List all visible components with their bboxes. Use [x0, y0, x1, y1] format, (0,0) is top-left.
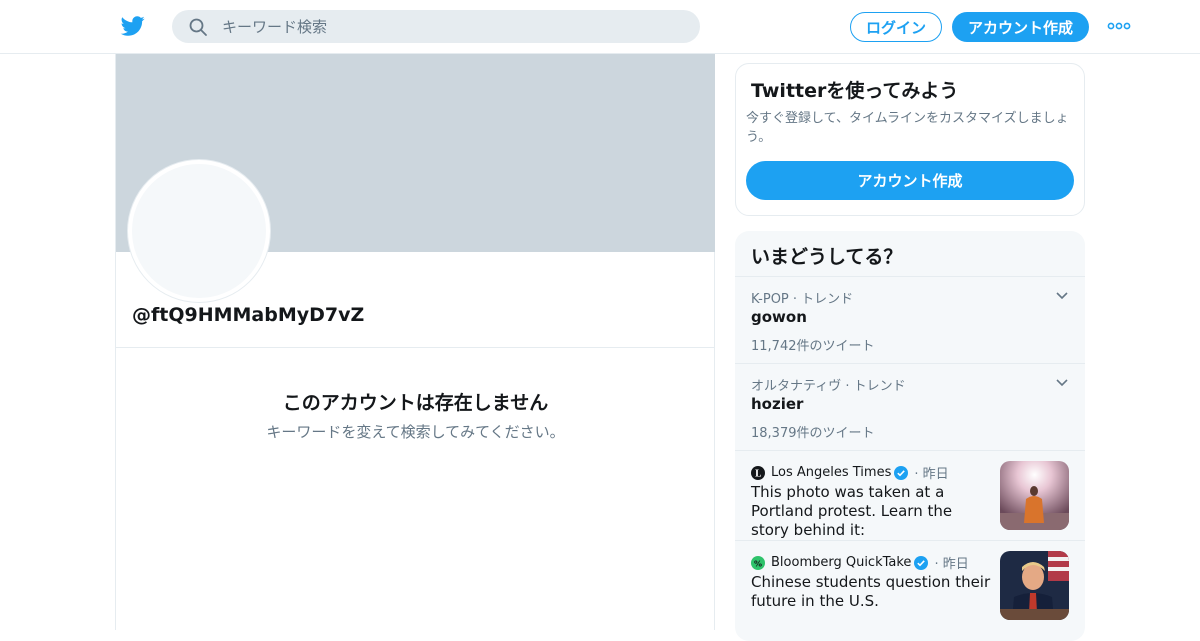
- top-navigation-bar: ログイン アカウント作成: [0, 0, 1200, 54]
- news-source: Bloomberg QuickTake: [771, 555, 912, 570]
- trend-name: gowon: [751, 308, 807, 326]
- signup-button[interactable]: アカウント作成: [952, 12, 1089, 42]
- search-input[interactable]: [222, 10, 682, 43]
- news-item[interactable]: L Los Angeles Times · 昨日 This photo was …: [735, 450, 1085, 540]
- chevron-down-icon[interactable]: [1055, 291, 1069, 301]
- avatar: [128, 160, 270, 302]
- news-time: · 昨日: [934, 557, 969, 572]
- news-thumbnail: [1000, 551, 1069, 620]
- news-headline: Chinese students question their future i…: [751, 573, 991, 610]
- signup-card: Twitterを使ってみよう 今すぐ登録して、タイムラインをカスタマイズしましょ…: [735, 63, 1085, 216]
- news-headline: This photo was taken at a Portland prote…: [751, 483, 953, 539]
- search-bar[interactable]: [172, 10, 700, 43]
- publisher-logo-icon: %: [751, 555, 765, 570]
- trend-count: 18,379件のツイート: [751, 426, 875, 441]
- search-icon: [189, 18, 207, 36]
- news-source-row: L Los Angeles Times · 昨日: [751, 463, 949, 482]
- politician-photo-image: [1000, 551, 1069, 620]
- more-options-icon[interactable]: [1107, 20, 1131, 32]
- trend-count: 11,742件のツイート: [751, 339, 875, 354]
- login-button[interactable]: ログイン: [850, 12, 942, 42]
- svg-text:L: L: [755, 469, 762, 479]
- empty-state-title: このアカウントは存在しません: [282, 392, 549, 414]
- trend-meta: オルタナティヴ · トレンド: [751, 379, 906, 394]
- trend-meta: K-POP · トレンド: [751, 292, 854, 307]
- trend-name: hozier: [751, 395, 804, 413]
- news-item[interactable]: % Bloomberg QuickTake · 昨日 Chinese stude…: [735, 540, 1085, 630]
- divider: [116, 347, 715, 348]
- news-source: Los Angeles Times: [771, 465, 892, 480]
- empty-state-subtitle: キーワードを変えて検索してみてください。: [266, 423, 565, 441]
- trends-heading: いまどうしてる？: [751, 246, 903, 268]
- trend-item[interactable]: K-POP · トレンド gowon 11,742件のツイート: [735, 276, 1085, 363]
- twitter-bird-icon[interactable]: [120, 14, 146, 38]
- news-thumbnail: [1000, 461, 1069, 530]
- trends-panel: いまどうしてる？ K-POP · トレンド gowon 11,742件のツイート…: [735, 231, 1085, 641]
- signup-card-description: 今すぐ登録して、タイムラインをカスタマイズしましょう。: [746, 111, 1069, 145]
- news-time: · 昨日: [914, 467, 949, 482]
- svg-text:%: %: [754, 559, 762, 568]
- verified-badge-icon: [914, 555, 929, 570]
- trend-item[interactable]: オルタナティヴ · トレンド hozier 18,379件のツイート: [735, 363, 1085, 450]
- profile-handle: @ftQ9HMMabMyD7vZ: [132, 304, 365, 326]
- signup-card-button[interactable]: アカウント作成: [746, 161, 1074, 200]
- signup-card-title: Twitterを使ってみよう: [751, 80, 959, 102]
- protest-photo-image: [1000, 461, 1069, 530]
- publisher-logo-icon: L: [751, 465, 765, 480]
- verified-badge-icon: [894, 465, 909, 480]
- profile-column: @ftQ9HMMabMyD7vZ このアカウントは存在しません キーワードを変え…: [115, 54, 715, 630]
- news-source-row: % Bloomberg QuickTake · 昨日: [751, 553, 969, 572]
- chevron-down-icon[interactable]: [1055, 378, 1069, 388]
